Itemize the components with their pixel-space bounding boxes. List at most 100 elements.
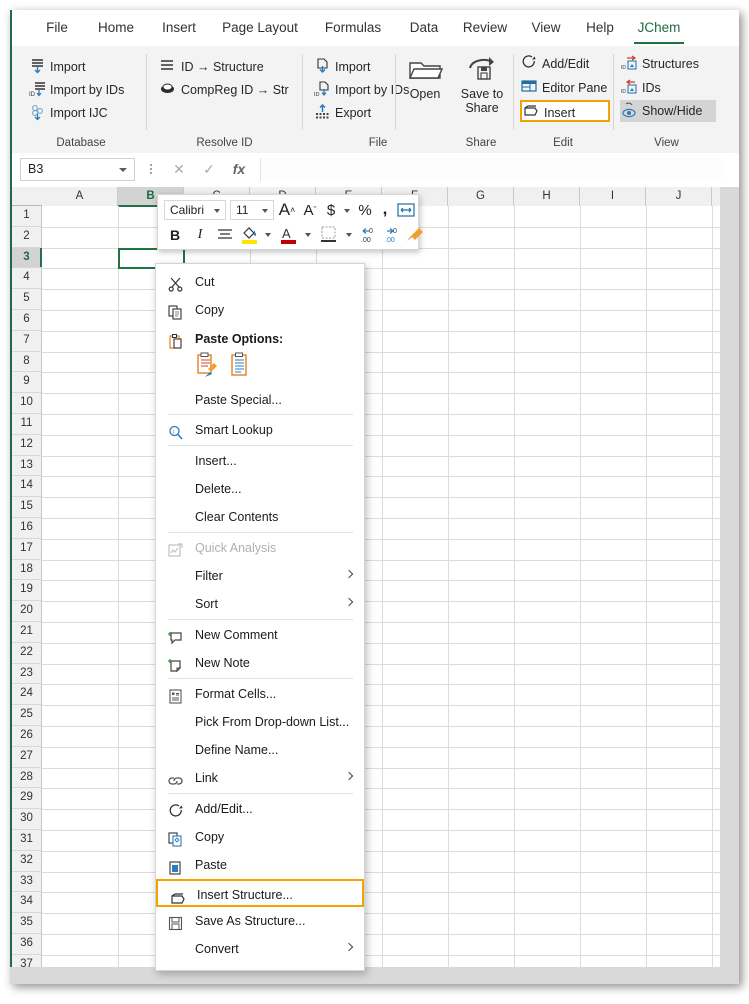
row-header-35[interactable]: 35 — [12, 913, 42, 934]
ribbon-tab-home[interactable]: Home — [88, 10, 144, 46]
chevron-down-icon[interactable] — [344, 209, 350, 213]
insert-function-icon[interactable]: fx — [228, 159, 250, 181]
menu-item-cut[interactable]: Cut — [156, 268, 364, 296]
chevron-down-icon[interactable] — [119, 168, 127, 172]
ribbon-button-import[interactable]: Import — [28, 56, 138, 78]
column-header-A[interactable]: A — [42, 187, 118, 206]
row-header-22[interactable]: 22 — [12, 643, 42, 664]
row-header-29[interactable]: 29 — [12, 788, 42, 809]
row-header-23[interactable]: 23 — [12, 664, 42, 685]
row-header-3[interactable]: 3 — [12, 248, 42, 269]
row-header-1[interactable]: 1 — [12, 206, 42, 227]
menu-item-add-edit[interactable]: Add/Edit... — [156, 795, 364, 823]
ribbon-button-import-ijc[interactable]: Import IJC — [28, 102, 138, 124]
menu-item-insert-structure[interactable]: Insert Structure... — [156, 879, 364, 907]
menu-item-format-cells[interactable]: Format Cells... — [156, 680, 364, 708]
format-painter-icon[interactable] — [405, 223, 425, 247]
name-box[interactable]: B3 — [20, 158, 135, 181]
menu-item-sort[interactable]: Sort — [156, 590, 364, 618]
chevron-right-icon[interactable] — [345, 772, 353, 780]
row-header-18[interactable]: 18 — [12, 560, 42, 581]
chevron-right-icon[interactable] — [345, 943, 353, 951]
font-color-icon[interactable]: A — [278, 223, 300, 247]
confirm-entry-icon[interactable]: ✓ — [198, 159, 220, 181]
row-header-9[interactable]: 9 — [12, 372, 42, 393]
row-header-13[interactable]: 13 — [12, 456, 42, 477]
percent-style-icon[interactable]: % — [355, 199, 375, 221]
row-header-17[interactable]: 17 — [12, 539, 42, 560]
row-header-34[interactable]: 34 — [12, 892, 42, 913]
row-header-16[interactable]: 16 — [12, 518, 42, 539]
row-header-2[interactable]: 2 — [12, 227, 42, 248]
column-header-J[interactable]: J — [646, 187, 712, 206]
ribbon-tab-review[interactable]: Review — [454, 10, 516, 46]
menu-item-clear-contents[interactable]: Clear Contents — [156, 503, 364, 531]
ribbon-button-insert[interactable]: Insert — [520, 100, 610, 122]
borders-icon[interactable] — [317, 223, 341, 247]
row-header-5[interactable]: 5 — [12, 289, 42, 310]
chevron-down-icon[interactable] — [265, 233, 271, 237]
menu-item-insert[interactable]: Insert... — [156, 447, 364, 475]
fill-color-icon[interactable] — [239, 223, 261, 247]
ribbon-tab-data[interactable]: Data — [400, 10, 448, 46]
accounting-format-icon[interactable]: $ — [323, 199, 339, 221]
ribbon-button-structures[interactable]: IDStructures — [620, 53, 716, 75]
menu-item-filter[interactable]: Filter — [156, 562, 364, 590]
menu-item-smart-lookup[interactable]: iSmart Lookup — [156, 416, 364, 444]
menu-item-copy[interactable]: Copy — [156, 296, 364, 324]
ribbon-button-open[interactable]: Open — [399, 54, 451, 101]
cell-context-menu[interactable]: CutCopyPaste Options:Paste Special...iSm… — [155, 263, 365, 971]
chevron-right-icon[interactable] — [345, 598, 353, 606]
row-header-10[interactable]: 10 — [12, 393, 42, 414]
decrease-font-size-icon[interactable]: Aˇ — [299, 199, 321, 221]
row-header-31[interactable]: 31 — [12, 830, 42, 851]
formula-input[interactable] — [260, 158, 722, 181]
increase-font-size-icon[interactable]: A˄ — [276, 199, 298, 221]
paste-options-row[interactable] — [192, 352, 282, 382]
paste-values-icon[interactable] — [226, 352, 252, 385]
row-header-28[interactable]: 28 — [12, 768, 42, 789]
row-header-19[interactable]: 19 — [12, 580, 42, 601]
menu-item-pick-dropdown[interactable]: Pick From Drop-down List... — [156, 708, 364, 736]
font-name-combo[interactable]: Calibri — [164, 200, 226, 220]
menu-item-ctx-copy[interactable]: Copy — [156, 823, 364, 851]
row-header-20[interactable]: 20 — [12, 601, 42, 622]
row-header-30[interactable]: 30 — [12, 809, 42, 830]
ribbon-button-id-structure[interactable]: ID → Structure — [159, 56, 299, 78]
menu-item-ctx-paste[interactable]: Paste — [156, 851, 364, 879]
ribbon-tab-file[interactable]: File — [34, 10, 80, 46]
chevron-down-icon[interactable] — [214, 209, 220, 213]
row-header-26[interactable]: 26 — [12, 726, 42, 747]
ribbon-tab-jchem[interactable]: JChem — [630, 10, 688, 46]
ribbon-tab-insert[interactable]: Insert — [152, 10, 206, 46]
cancel-entry-icon[interactable]: ✕ — [168, 159, 190, 181]
row-header-36[interactable]: 36 — [12, 934, 42, 955]
ribbon-button-import-by-ids[interactable]: IDImport by IDs — [313, 79, 413, 101]
column-header-G[interactable]: G — [448, 187, 514, 206]
chevron-down-icon[interactable] — [305, 233, 311, 237]
row-header-4[interactable]: 4 — [12, 268, 42, 289]
spreadsheet-grid[interactable]: ABCDEFGHIJ 12345678910111213141516171819… — [10, 187, 739, 967]
center-align-icon[interactable] — [214, 224, 236, 246]
row-header-24[interactable]: 24 — [12, 684, 42, 705]
decrease-decimal-icon[interactable]: 0.00 — [358, 224, 380, 246]
row-header-21[interactable]: 21 — [12, 622, 42, 643]
row-header-6[interactable]: 6 — [12, 310, 42, 331]
ribbon-button-show-hide[interactable]: Show/Hide — [620, 100, 716, 122]
row-header-27[interactable]: 27 — [12, 747, 42, 768]
menu-item-new-note[interactable]: New Note — [156, 649, 364, 677]
chevron-right-icon[interactable] — [345, 570, 353, 578]
ribbon-button-compreg-id-str[interactable]: CompReg ID → Str — [159, 79, 304, 101]
bold-icon[interactable]: B — [164, 224, 186, 246]
ribbon-tab-help[interactable]: Help — [576, 10, 624, 46]
ribbon-tab-page-layout[interactable]: Page Layout — [212, 10, 308, 46]
ribbon-button-import[interactable]: Import — [313, 56, 408, 78]
increase-decimal-icon[interactable]: 0.00 — [382, 224, 404, 246]
menu-item-link[interactable]: Link — [156, 764, 364, 792]
row-header-37[interactable]: 37 — [12, 955, 42, 967]
row-header-12[interactable]: 12 — [12, 435, 42, 456]
menu-item-convert[interactable]: Convert — [156, 935, 364, 963]
font-size-combo[interactable]: 11 — [230, 200, 274, 220]
comma-style-icon[interactable]: , — [377, 198, 393, 220]
row-header-32[interactable]: 32 — [12, 851, 42, 872]
